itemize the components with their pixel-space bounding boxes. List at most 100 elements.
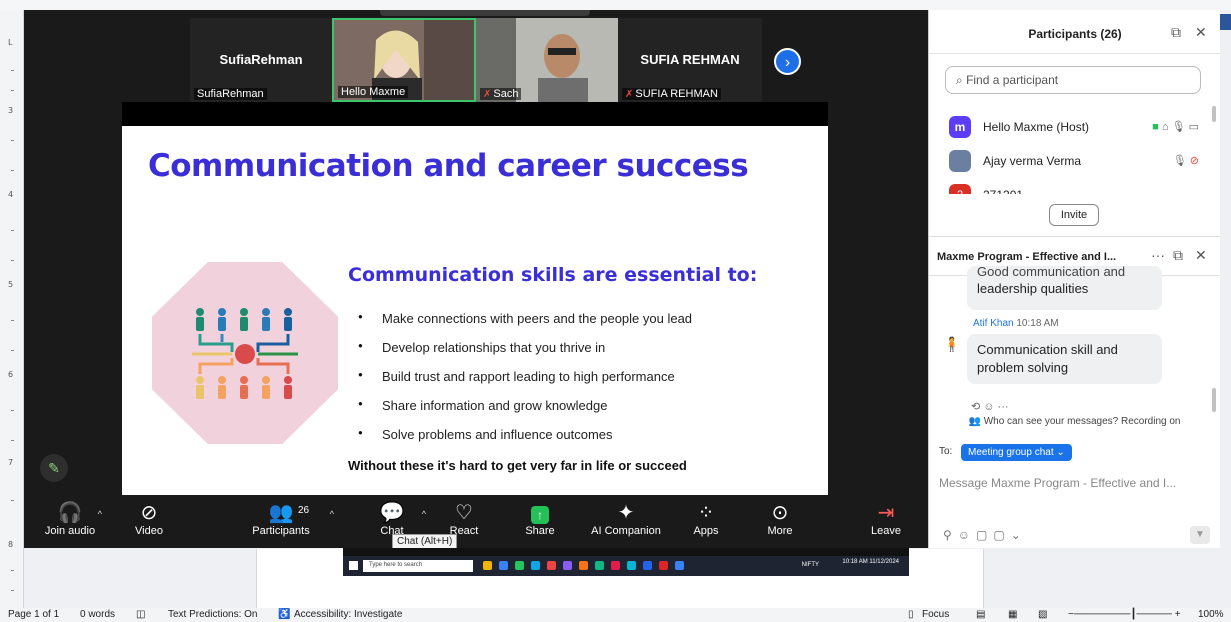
tile-label: SufiaRehman — [194, 88, 267, 100]
react-button[interactable]: ♡ React — [442, 501, 486, 537]
chevron-up-icon[interactable]: ^ — [330, 509, 334, 519]
send-icon[interactable]: ▼ — [1190, 526, 1210, 544]
participant-row[interactable]: Ajay verma Verma 🎙 ⊘ — [949, 150, 1199, 174]
windows-start-icon — [349, 561, 358, 570]
participant-status-icons: 🎙 ⊘ — [1172, 155, 1199, 167]
participants-scrollbar[interactable] — [1212, 106, 1216, 122]
taskbar-search: Type here to search — [363, 560, 473, 572]
message-sender: Atif Khan 10:18 AM — [973, 318, 1059, 329]
chat-formatting-tools[interactable]: ⚲☺▢▢⌄ — [943, 528, 1027, 542]
participant-search-input[interactable]: ⌕ Find a participant — [945, 66, 1201, 94]
avatar: m — [949, 116, 971, 138]
zoom-level[interactable]: 100% — [1198, 609, 1224, 620]
page-count[interactable]: Page 1 of 1 — [8, 609, 59, 620]
video-tile-sufiarehman[interactable]: SufiaRehman SufiaRehman — [190, 18, 332, 102]
participants-header: Participants (26) ⧉ ✕ — [929, 10, 1220, 54]
word-top-bar — [0, 0, 1231, 10]
avatar: 2 — [949, 184, 971, 194]
to-label: To: — [939, 446, 953, 457]
taskbar-app-icon — [547, 561, 556, 570]
tile-label: ✗ Sach — [480, 88, 522, 100]
slide-bullet: Solve problems and influence outcomes — [358, 427, 692, 456]
participants-button[interactable]: 👥 26 ^ Participants — [242, 501, 334, 537]
taskbar-app-icon — [563, 561, 572, 570]
video-tile-sach[interactable]: ✗ Sach — [476, 18, 618, 102]
chat-message-input[interactable]: Message Maxme Program - Effective and I.… — [939, 476, 1215, 490]
taskbar-app-icon — [611, 561, 620, 570]
video-tile-hello-maxme[interactable]: Hello Maxme — [332, 18, 476, 102]
apps-icon: ⁘ — [697, 502, 715, 524]
close-icon[interactable]: ✕ — [1195, 24, 1207, 41]
chat-message: Communication skill and problem solving — [967, 334, 1162, 384]
taskbar-app-icon — [595, 561, 604, 570]
message-reactions[interactable]: ⟲ ☺ ··· — [971, 400, 1009, 413]
word-count[interactable]: 0 words — [80, 609, 115, 620]
accessibility-status[interactable]: Accessibility: Investigate — [294, 609, 402, 620]
slide-top-bar — [122, 102, 828, 126]
participant-row[interactable]: 2 271201 — [949, 184, 1199, 194]
join-audio-button[interactable]: 🎧 ^ Join audio — [42, 501, 102, 537]
mini-toolbar-preview — [343, 548, 909, 556]
participant-status-icons: ■ ⌂ 🎙 ▭ — [1152, 121, 1199, 133]
slide-footer: Without these it's hard to get very far … — [348, 458, 687, 473]
close-icon[interactable]: ✕ — [1195, 247, 1207, 264]
who-can-see-notice[interactable]: 👥 Who can see your messages? Recording o… — [929, 416, 1220, 427]
taskbar-app-icon — [675, 561, 684, 570]
mic-muted-icon: ✗ — [625, 89, 634, 100]
pop-out-icon[interactable]: ⧉ — [1171, 24, 1181, 41]
focus-icon: ▯ — [908, 609, 914, 620]
next-page-chevron-icon[interactable]: › — [774, 48, 801, 75]
annotate-pencil-icon[interactable]: ✎ — [40, 454, 68, 482]
read-mode-icon[interactable]: ◫ — [136, 609, 145, 620]
taskbar-clock: 10:18 AM 11/12/2024 — [842, 559, 899, 565]
leave-button[interactable]: ⇥ Leave — [864, 501, 908, 537]
avatar: 🧍 — [943, 336, 961, 352]
taskbar-app-icon — [579, 561, 588, 570]
zoom-meeting-window: SufiaRehman SufiaRehman Hello Maxme ✗ Sac… — [24, 10, 1220, 548]
video-tile-sufia-rehman[interactable]: SUFIA REHMAN ✗ SUFIA REHMAN — [618, 18, 762, 102]
video-button[interactable]: ⊘ Video — [128, 501, 170, 537]
chat-button[interactable]: 💬 ^ Chat — [372, 501, 426, 537]
tile-label: Hello Maxme — [338, 86, 409, 98]
share-button[interactable]: ↑ Share — [518, 501, 562, 537]
slide-bullet: Share information and grow knowledge — [358, 398, 692, 427]
nifty-ticker: NIFTY — [801, 562, 819, 568]
chat-scrollbar[interactable] — [1212, 388, 1216, 412]
zoom-slider[interactable]: −────────┃───── + — [1068, 609, 1181, 620]
side-panel: Participants (26) ⧉ ✕ ⌕ Find a participa… — [928, 10, 1220, 548]
taskbar-app-icon — [531, 561, 540, 570]
invite-button[interactable]: Invite — [1049, 204, 1099, 226]
taskbar-app-icon — [627, 561, 636, 570]
chevron-up-icon[interactable]: ^ — [422, 509, 426, 519]
chat-tooltip: Chat (Alt+H) — [392, 534, 458, 548]
slide-bullet: Make connections with peers and the peop… — [358, 311, 692, 340]
leave-icon: ⇥ — [877, 502, 895, 524]
vertical-ruler: L 3 4 5 6 7 8 — [0, 10, 24, 610]
chat-title: Maxme Program - Effective and I... — [937, 251, 1117, 263]
meeting-toolbar: 🎧 ^ Join audio ⊘ Video 👥 26 ^ Participan… — [24, 495, 928, 548]
taskbar-app-icon — [659, 561, 668, 570]
print-layout-icon[interactable]: ▦ — [1008, 609, 1017, 620]
chat-icon: 💬 — [379, 502, 405, 524]
recipient-dropdown[interactable]: Meeting group chat ⌄ — [961, 444, 1072, 461]
ai-companion-button[interactable]: ✦ AI Companion — [584, 501, 668, 537]
apps-button[interactable]: ⁘ Apps — [686, 501, 726, 537]
participant-row[interactable]: m Hello Maxme (Host) ■ ⌂ 🎙 ▭ — [949, 116, 1199, 140]
people-network-illustration — [152, 262, 338, 444]
web-layout-icon[interactable]: ▧ — [1038, 609, 1047, 620]
taskbar-app-icon — [499, 561, 508, 570]
chevron-up-icon[interactable]: ^ — [98, 509, 102, 519]
more-button[interactable]: ⊙ More — [760, 501, 800, 537]
tile-label: ✗ SUFIA REHMAN — [622, 88, 721, 100]
screen-share-bar[interactable] — [380, 10, 590, 16]
text-predictions[interactable]: Text Predictions: On — [168, 609, 257, 620]
pop-out-icon[interactable]: ⧉ — [1173, 247, 1183, 264]
shared-slide: Communication and career success Communi… — [122, 126, 828, 495]
slide-subtitle: Communication skills are essential to: — [348, 264, 758, 286]
focus-mode[interactable]: Focus — [922, 609, 949, 620]
more-dots-icon: ⊙ — [771, 502, 789, 524]
more-dots-icon[interactable]: ··· — [1151, 247, 1165, 263]
slide-title: Communication and career success — [148, 148, 749, 184]
taskbar-app-icon — [515, 561, 524, 570]
read-mode-view-icon[interactable]: ▤ — [976, 609, 985, 620]
